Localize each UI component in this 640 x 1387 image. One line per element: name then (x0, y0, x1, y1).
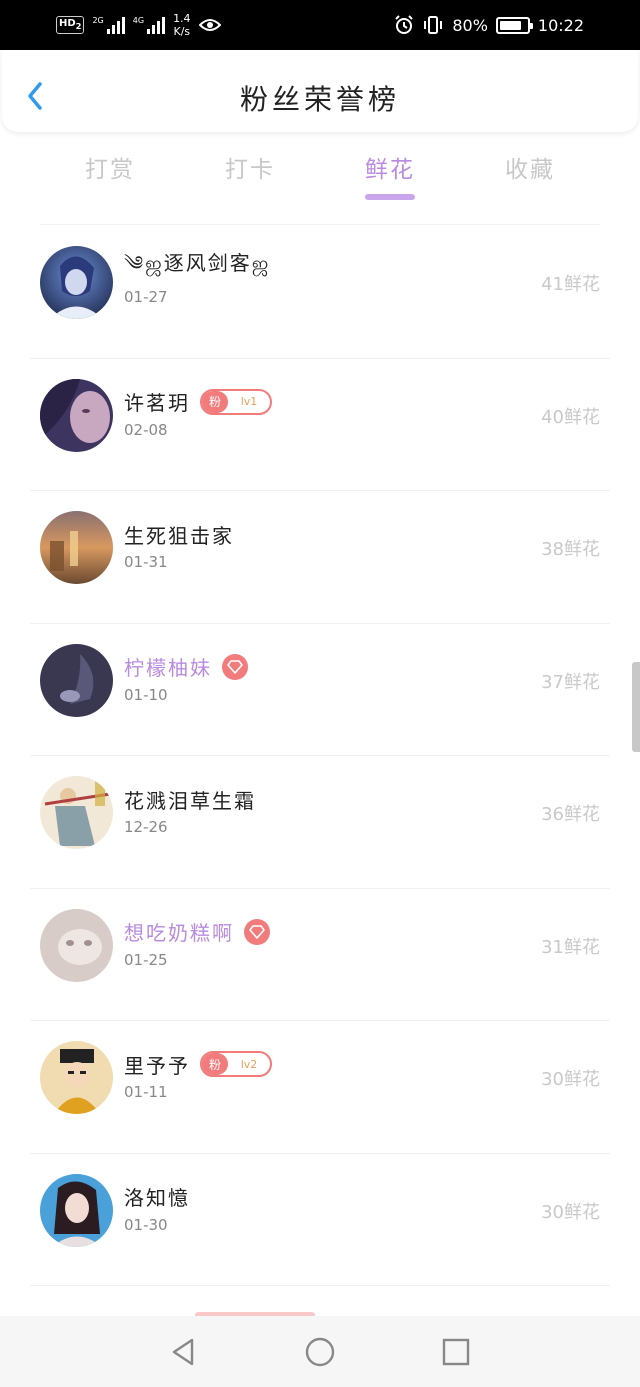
signal-2-label: 4G (132, 16, 145, 25)
date: 02-08 (124, 420, 168, 439)
signal-1-label: 2G (92, 16, 104, 25)
avatar[interactable] (40, 246, 113, 319)
flower-count: 38鲜花 (541, 539, 600, 560)
date: 01-27 (124, 288, 168, 306)
avatar[interactable] (40, 908, 113, 982)
fan-level-badge: 粉 lv2 (200, 1051, 272, 1077)
list-item[interactable]: 许茗玥 粉 lv1 02-08 40鲜花 (0, 359, 640, 491)
tab-checkin[interactable]: 打卡 (180, 150, 320, 184)
avatar[interactable] (40, 511, 113, 584)
flower-count: 40鲜花 (541, 406, 600, 428)
avatar[interactable] (40, 643, 113, 717)
clock: 10:22 (537, 15, 584, 35)
user-name: 生死狙击家 (124, 523, 234, 548)
diamond-icon (222, 653, 248, 680)
tab-bar: 打赏 打卡 鲜花 收藏 (0, 150, 640, 206)
user-name: 洛知憶 (124, 1186, 190, 1210)
date: 12-26 (124, 818, 168, 836)
level-label: lv2 (240, 1057, 258, 1071)
avatar[interactable] (40, 1173, 113, 1247)
nav-home-button[interactable] (302, 1334, 338, 1370)
tab-label: 打卡 (225, 157, 275, 183)
speed-unit: K/s (173, 25, 191, 38)
flower-count: 30鲜花 (541, 1069, 600, 1090)
user-name: 柠檬柚妹 (124, 656, 212, 680)
hd-indicator: HD2 (56, 16, 85, 34)
tab-flowers[interactable]: 鲜花 (320, 150, 460, 200)
date: 01-10 (124, 685, 168, 704)
nav-recent-button[interactable] (438, 1334, 474, 1370)
header-bar: 粉丝荣誉榜 (2, 50, 638, 132)
nav-back-button[interactable] (166, 1334, 202, 1370)
system-nav-bar (0, 1316, 640, 1387)
tab-label: 打赏 (85, 157, 135, 183)
circle-home-icon (305, 1337, 335, 1367)
divider (30, 1285, 610, 1286)
level-label: lv1 (240, 395, 258, 408)
page-title: 粉丝荣誉榜 (239, 83, 400, 116)
signal-icon: 2G (92, 16, 125, 34)
name-line: 柠檬柚妹 (124, 652, 248, 682)
square-recent-icon (442, 1338, 470, 1366)
status-left: HD2 2G 4G 1.4 K/s (56, 12, 221, 38)
flower-count: 31鲜花 (541, 936, 600, 958)
name-line: 许茗玥 粉 lv1 (124, 387, 272, 417)
triangle-back-icon (172, 1338, 194, 1366)
flower-count: 30鲜花 (541, 1201, 600, 1223)
avatar[interactable] (40, 378, 113, 452)
battery-percent: 80% (452, 15, 488, 35)
scrollbar[interactable] (632, 662, 640, 752)
hd-sub: 2 (75, 21, 82, 31)
list-item[interactable]: 想吃奶糕啊 01-25 31鲜花 (0, 889, 640, 1021)
status-right: 80% 10:22 (394, 12, 584, 38)
date: 01-31 (124, 553, 168, 571)
name-line: 花溅泪草生霜 (124, 784, 256, 814)
list-item[interactable]: 里予予 粉 lv2 01-11 30鲜花 (0, 1021, 640, 1154)
network-speed: 1.4 K/s (173, 12, 191, 38)
vibrate-icon (424, 16, 443, 34)
speed-value: 1.4 (173, 12, 191, 25)
tab-reward[interactable]: 打赏 (40, 150, 180, 184)
fan-level-badge: 粉 lv1 (200, 388, 272, 415)
flower-count: 37鲜花 (541, 671, 600, 693)
active-tab-indicator (365, 194, 415, 200)
battery-icon (495, 16, 533, 34)
name-line: 洛知憶 (124, 1182, 190, 1212)
list-item[interactable]: ༄ஜ逐风剑客ஜ 01-27 41鲜花 (0, 226, 640, 359)
user-name: 里予予 (124, 1053, 190, 1078)
flower-count: 41鲜花 (541, 274, 600, 295)
date: 01-30 (124, 1215, 168, 1234)
name-line: 里予予 粉 lv2 (124, 1049, 272, 1079)
flower-count: 36鲜花 (541, 804, 600, 825)
user-name: 许茗玥 (124, 391, 190, 415)
tab-favorites[interactable]: 收藏 (460, 150, 600, 184)
signal-icon: 4G (132, 16, 166, 34)
alarm-icon (395, 15, 414, 34)
name-line: ༄ஜ逐风剑客ஜ (124, 251, 270, 284)
tab-label: 鲜花 (365, 157, 415, 183)
eye-icon (198, 19, 221, 31)
fan-label: 粉 (202, 1053, 228, 1075)
user-name: 想吃奶糕啊 (124, 921, 234, 945)
list-item[interactable]: 洛知憶 01-30 30鲜花 (0, 1154, 640, 1286)
name-line: 想吃奶糕啊 (124, 917, 270, 947)
diamond-icon (244, 918, 270, 945)
status-bar: HD2 2G 4G 1.4 K/s 80% 10:22 (0, 0, 640, 50)
fan-ranking-list: ༄ஜ逐风剑客ஜ 01-27 41鲜花 许茗玥 粉 lv1 02-08 40鲜花 … (0, 226, 640, 1286)
list-item[interactable]: 花溅泪草生霜 12-26 36鲜花 (0, 756, 640, 889)
avatar[interactable] (40, 1041, 113, 1114)
hd-label: HD (59, 18, 76, 29)
list-item[interactable]: 生死狙击家 01-31 38鲜花 (0, 491, 640, 624)
avatar[interactable] (40, 776, 113, 849)
date: 01-25 (124, 950, 168, 969)
date: 01-11 (124, 1083, 168, 1101)
fan-label: 粉 (202, 390, 228, 413)
list-item[interactable]: 柠檬柚妹 01-10 37鲜花 (0, 624, 640, 756)
user-name: 花溅泪草生霜 (124, 788, 256, 813)
divider (40, 224, 600, 225)
name-line: 生死狙击家 (124, 519, 234, 549)
tab-label: 收藏 (505, 157, 555, 183)
